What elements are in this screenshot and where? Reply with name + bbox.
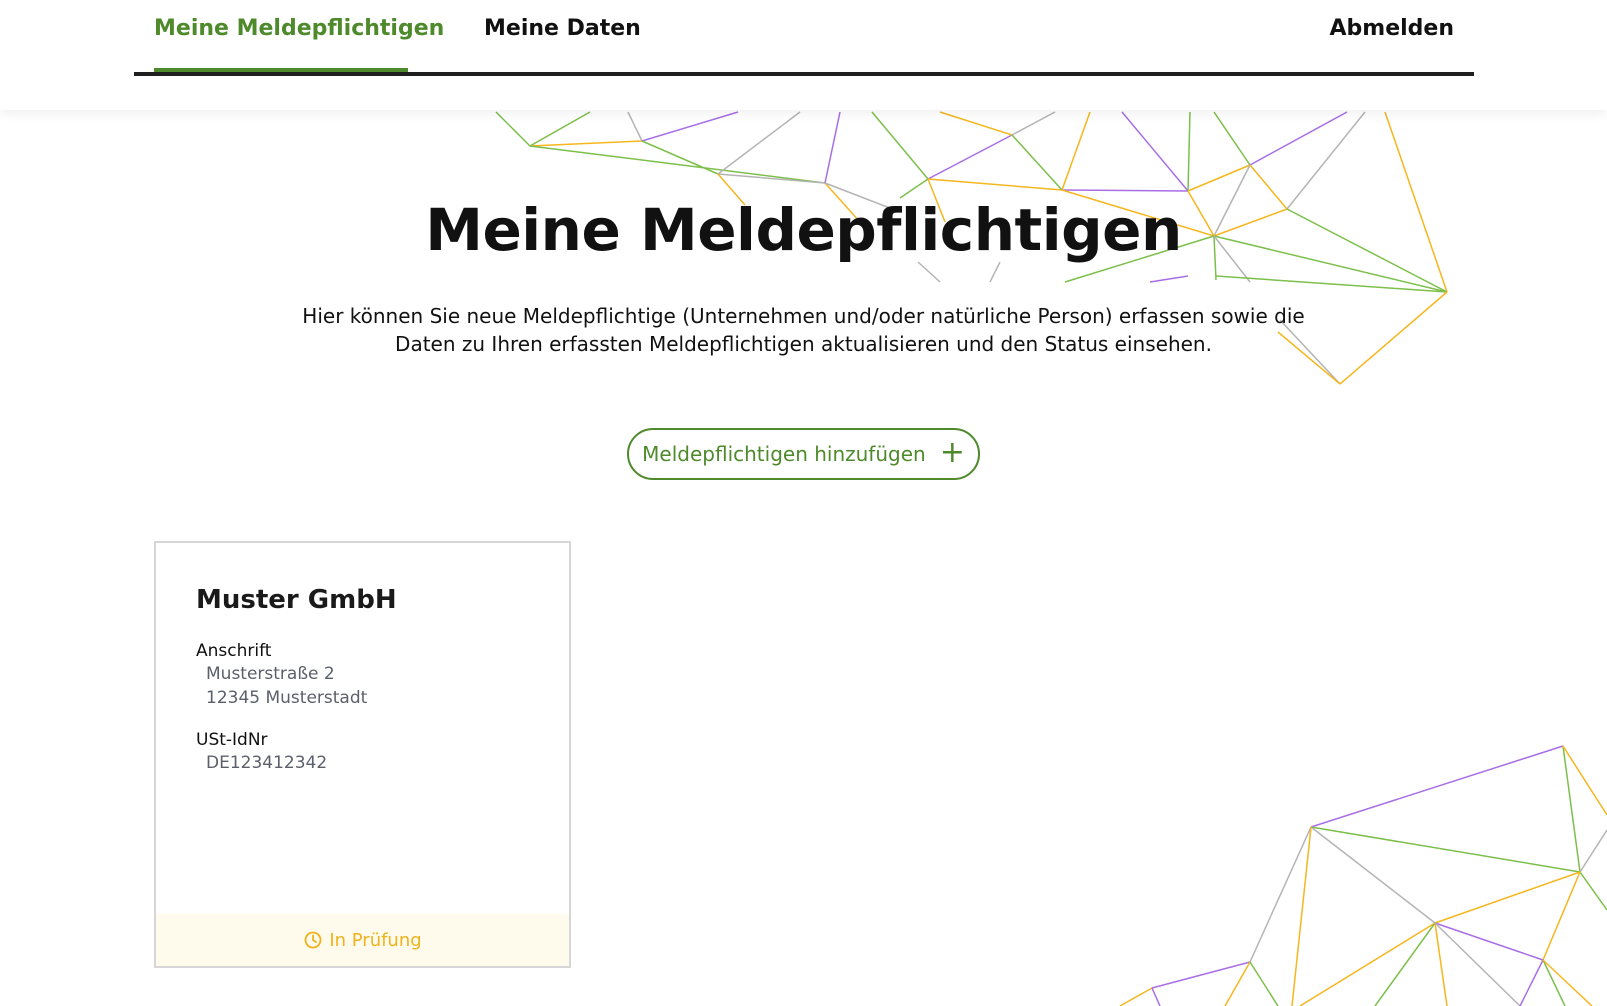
nav-item-meine-daten[interactable]: Meine Daten [484,16,641,41]
top-header: Meine Meldepflichtigen Meine Daten Abmel… [0,0,1607,110]
nav-active-indicator [154,68,408,72]
plus-icon: + [939,435,965,470]
page-description: Hier können Sie neue Meldepflichtige (Un… [302,304,1305,356]
vat-value: DE123412342 [206,753,328,773]
address-line-2: 12345 Musterstadt [206,688,368,708]
main-nav: Meine Meldepflichtigen Meine Daten Abmel… [134,0,1474,76]
status-label: In Prüfung [329,929,422,951]
logout-link[interactable]: Abmelden [1330,16,1455,41]
add-meldepflichtigen-button[interactable]: Meldepflichtigen hinzufügen + [627,428,980,480]
address-line-1: Musterstraße 2 [206,664,335,684]
clock-icon [303,930,323,950]
vat-label: USt-IdNr [196,730,268,750]
status-badge: In Prüfung [156,914,569,966]
page-title: Meine Meldepflichtigen [425,196,1182,264]
card-title: Muster GmbH [196,585,397,615]
nav-item-meine-meldepflichtigen[interactable]: Meine Meldepflichtigen [154,16,444,41]
add-button-label: Meldepflichtigen hinzufügen [642,442,926,466]
meldepflichtiger-card[interactable]: Muster GmbH Anschrift Musterstraße 2 123… [154,541,571,968]
address-label: Anschrift [196,641,272,661]
